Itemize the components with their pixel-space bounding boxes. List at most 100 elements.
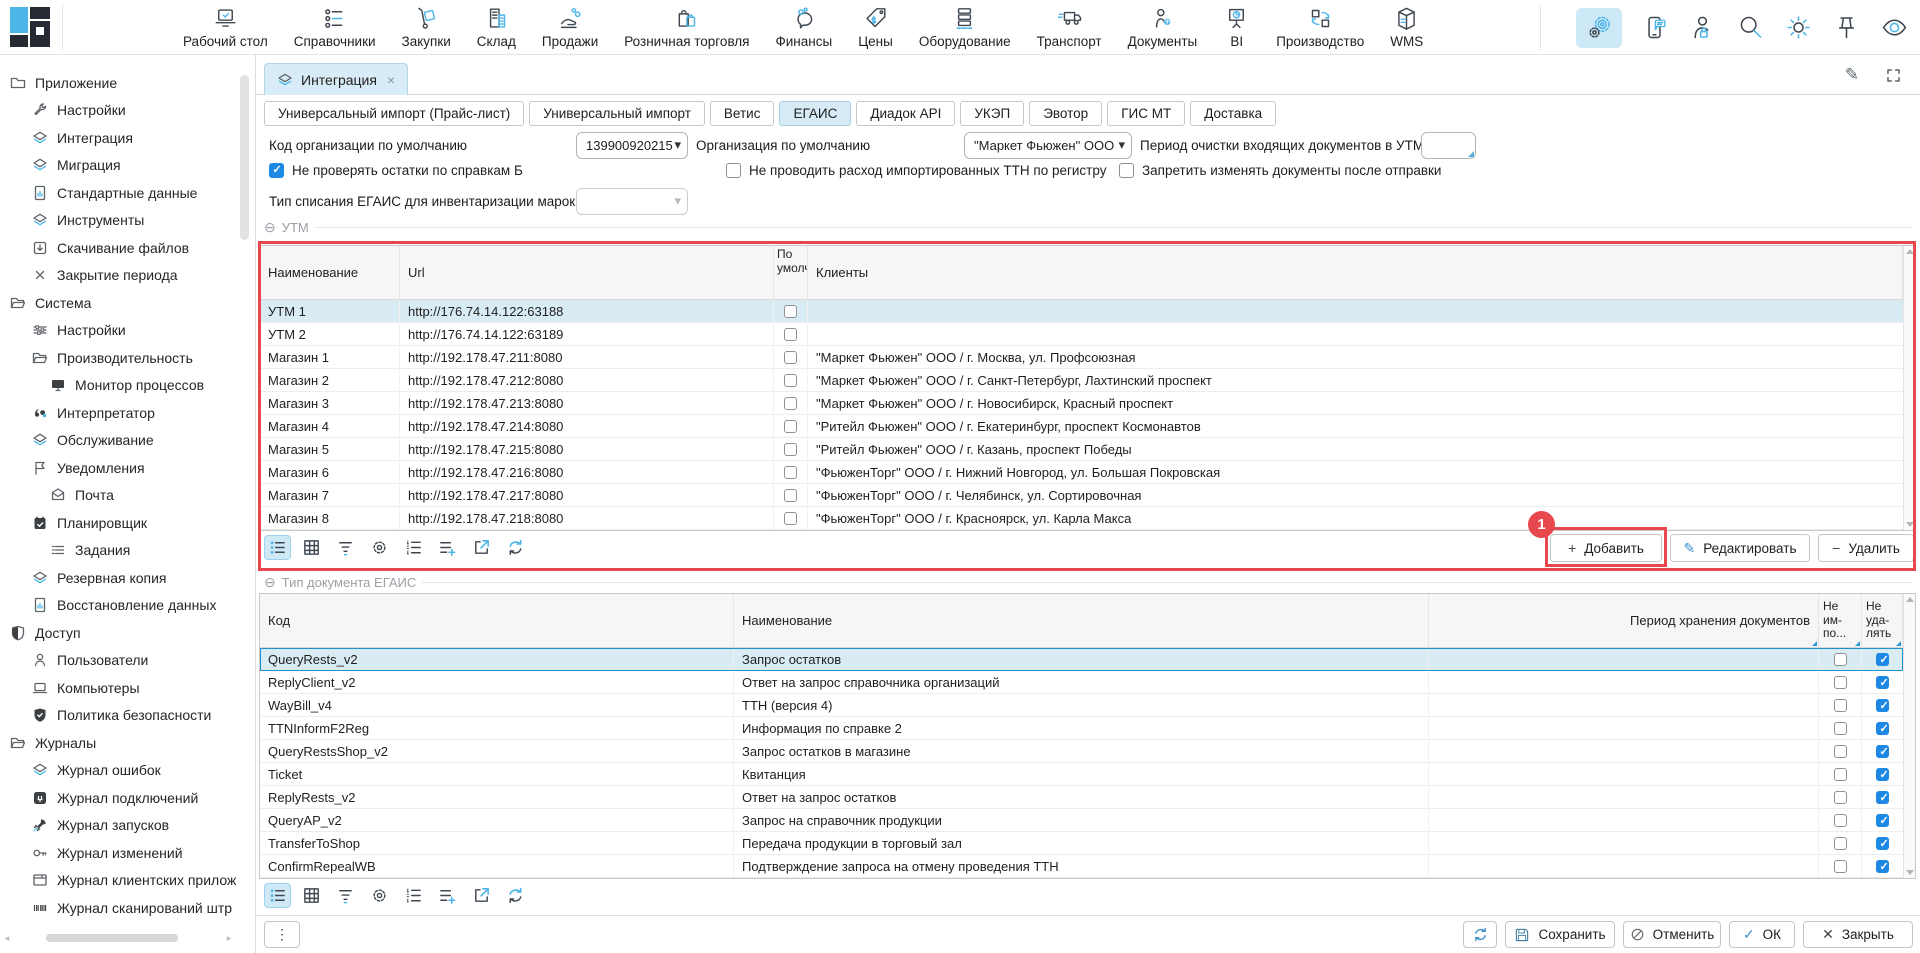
filter-button[interactable] xyxy=(332,883,359,908)
sidebar-item[interactable]: Журнал изменений xyxy=(0,839,236,867)
doc-col-no-import[interactable]: Не им- по... xyxy=(1819,594,1862,647)
sidebar-item[interactable]: Настройки xyxy=(0,97,236,125)
table-row[interactable]: Магазин 2 http://192.178.47.212:8080 "Ма… xyxy=(260,369,1903,392)
sidebar-item[interactable]: Производительность xyxy=(0,344,236,372)
sidebar-item[interactable]: Журнал клиентских прилож xyxy=(0,867,236,895)
no-import-checkbox[interactable] xyxy=(1834,768,1847,781)
no-import-checkbox[interactable] xyxy=(1834,745,1847,758)
sidebar-vertical-scrollbar-thumb[interactable] xyxy=(240,75,249,240)
sidebar-item[interactable]: Задания xyxy=(0,537,236,565)
table-row[interactable]: ConfirmRepealWB Подтверждение запроса на… xyxy=(260,855,1903,878)
no-delete-checkbox[interactable] xyxy=(1876,837,1889,850)
fullscreen-icon[interactable] xyxy=(1885,67,1902,84)
add-row-list-button[interactable] xyxy=(434,535,461,560)
default-checkbox[interactable] xyxy=(784,374,797,387)
doc-table-scrollbar[interactable] xyxy=(1903,594,1915,878)
grid-view-button[interactable] xyxy=(298,883,325,908)
sidebar-item[interactable]: Интеграция xyxy=(0,124,236,152)
brightness-button[interactable] xyxy=(1782,12,1814,44)
doc-col-name[interactable]: Наименование xyxy=(734,594,1429,647)
default-checkbox[interactable] xyxy=(784,489,797,502)
subtab-gis-mt[interactable]: ГИС МТ xyxy=(1107,101,1185,126)
more-actions-button[interactable]: ⋮ xyxy=(264,921,300,948)
sidebar-item[interactable]: Уведомления xyxy=(0,454,236,482)
table-row[interactable]: УТМ 1 http://176.74.14.122:63188 xyxy=(260,300,1903,323)
no-import-checkbox[interactable] xyxy=(1834,837,1847,850)
no-edit-checkbox[interactable] xyxy=(1119,163,1134,178)
refresh-button[interactable] xyxy=(1463,921,1497,948)
default-checkbox[interactable] xyxy=(784,305,797,318)
menu-production[interactable]: Производство xyxy=(1276,5,1364,49)
tab-close-icon[interactable]: × xyxy=(387,72,395,88)
default-checkbox[interactable] xyxy=(784,466,797,479)
default-checkbox[interactable] xyxy=(784,328,797,341)
no-import-checkbox[interactable] xyxy=(1834,676,1847,689)
utm-col-url[interactable]: Url xyxy=(400,246,774,299)
close-button[interactable]: ✕ Закрыть xyxy=(1803,921,1913,948)
filter-button[interactable] xyxy=(332,535,359,560)
collapse-icon[interactable]: ⊖ xyxy=(264,574,276,591)
table-row[interactable]: Ticket Квитанция xyxy=(260,763,1903,786)
messages-button[interactable] xyxy=(1638,12,1670,44)
no-delete-checkbox[interactable] xyxy=(1876,860,1889,873)
scroll-down-icon[interactable] xyxy=(1906,522,1914,527)
sidebar-item[interactable]: Пользователи xyxy=(0,647,236,675)
sidebar-item[interactable]: Политика безопасности xyxy=(0,702,236,730)
no-import-checkbox[interactable] xyxy=(1834,791,1847,804)
table-row[interactable]: WayBill_v4 ТТН (версия 4) xyxy=(260,694,1903,717)
doc-col-period[interactable]: Период хранения документов xyxy=(1429,594,1819,647)
list-view-button[interactable] xyxy=(264,883,291,908)
sidebar-item[interactable]: Монитор процессов xyxy=(0,372,236,400)
doc-col-no-delete[interactable]: Не уда- лять xyxy=(1862,594,1903,647)
sidebar-vertical-scrollbar[interactable] xyxy=(240,63,250,923)
no-expense-checkbox[interactable] xyxy=(726,163,741,178)
subtab-egais[interactable]: ЕГАИС xyxy=(779,101,851,126)
table-row[interactable]: QueryRestsShop_v2 Запрос остатков в мага… xyxy=(260,740,1903,763)
collapse-icon[interactable]: ⊖ xyxy=(264,219,276,236)
sidebar-item[interactable]: Доступ xyxy=(0,619,236,647)
open-external-button[interactable] xyxy=(468,883,495,908)
no-import-checkbox[interactable] xyxy=(1834,814,1847,827)
delete-button[interactable]: − Удалить xyxy=(1818,534,1914,562)
table-row[interactable]: Магазин 7 http://192.178.47.217:8080 "Фь… xyxy=(260,484,1903,507)
subtab-diadoc-api[interactable]: Диадок API xyxy=(856,101,955,126)
subtab-ukep[interactable]: УКЭП xyxy=(960,101,1024,126)
sidebar-horizontal-scrollbar[interactable]: ◂ ▸ xyxy=(2,931,234,945)
menu-desktop[interactable]: Рабочий стол xyxy=(183,5,268,49)
sidebar-item[interactable]: Настройки xyxy=(0,317,236,345)
table-row[interactable]: Магазин 3 http://192.178.47.213:8080 "Ма… xyxy=(260,392,1903,415)
writeoff-type-select[interactable]: ▾ xyxy=(576,188,688,215)
no-delete-checkbox[interactable] xyxy=(1876,814,1889,827)
sidebar-item[interactable]: Планировщик xyxy=(0,509,236,537)
no-delete-checkbox[interactable] xyxy=(1876,722,1889,735)
sidebar-item[interactable]: Миграция xyxy=(0,152,236,180)
table-row[interactable]: Магазин 6 http://192.178.47.216:8080 "Фь… xyxy=(260,461,1903,484)
table-row[interactable]: Магазин 5 http://192.178.47.215:8080 "Ри… xyxy=(260,438,1903,461)
menu-prices[interactable]: Цены xyxy=(858,5,893,49)
no-delete-checkbox[interactable] xyxy=(1876,653,1889,666)
ok-button[interactable]: ✓ ОК xyxy=(1729,921,1795,948)
menu-finance[interactable]: Финансы xyxy=(776,5,833,49)
search-button[interactable] xyxy=(1734,12,1766,44)
sidebar-item[interactable]: Интерпретатор xyxy=(0,399,236,427)
menu-purchases[interactable]: Закупки xyxy=(402,5,451,49)
table-row[interactable]: Магазин 1 http://192.178.47.211:8080 "Ма… xyxy=(260,346,1903,369)
eye-button[interactable] xyxy=(1878,12,1910,44)
utm-col-default[interactable]: По умолча... xyxy=(774,246,808,299)
save-button[interactable]: Сохранить xyxy=(1505,921,1615,948)
sidebar-item[interactable]: Восстановление данных xyxy=(0,592,236,620)
default-checkbox[interactable] xyxy=(784,512,797,525)
reload-table-button[interactable] xyxy=(502,535,529,560)
subtab-universal-import-pricelist[interactable]: Универсальный импорт (Прайс-лист) xyxy=(264,101,524,126)
list-view-button[interactable] xyxy=(264,535,291,560)
sidebar-item[interactable]: Резервная копия xyxy=(0,564,236,592)
add-row-list-button[interactable] xyxy=(434,883,461,908)
no-delete-checkbox[interactable] xyxy=(1876,768,1889,781)
menu-retail[interactable]: Розничная торговля xyxy=(624,5,749,49)
utm-col-clients[interactable]: Клиенты xyxy=(808,246,1903,299)
sidebar-item[interactable]: Скачивание файлов xyxy=(0,234,236,262)
sidebar-item[interactable]: Обслуживание xyxy=(0,427,236,455)
default-checkbox[interactable] xyxy=(784,420,797,433)
menu-documents[interactable]: Документы xyxy=(1128,5,1198,49)
numbered-list-button[interactable] xyxy=(400,883,427,908)
